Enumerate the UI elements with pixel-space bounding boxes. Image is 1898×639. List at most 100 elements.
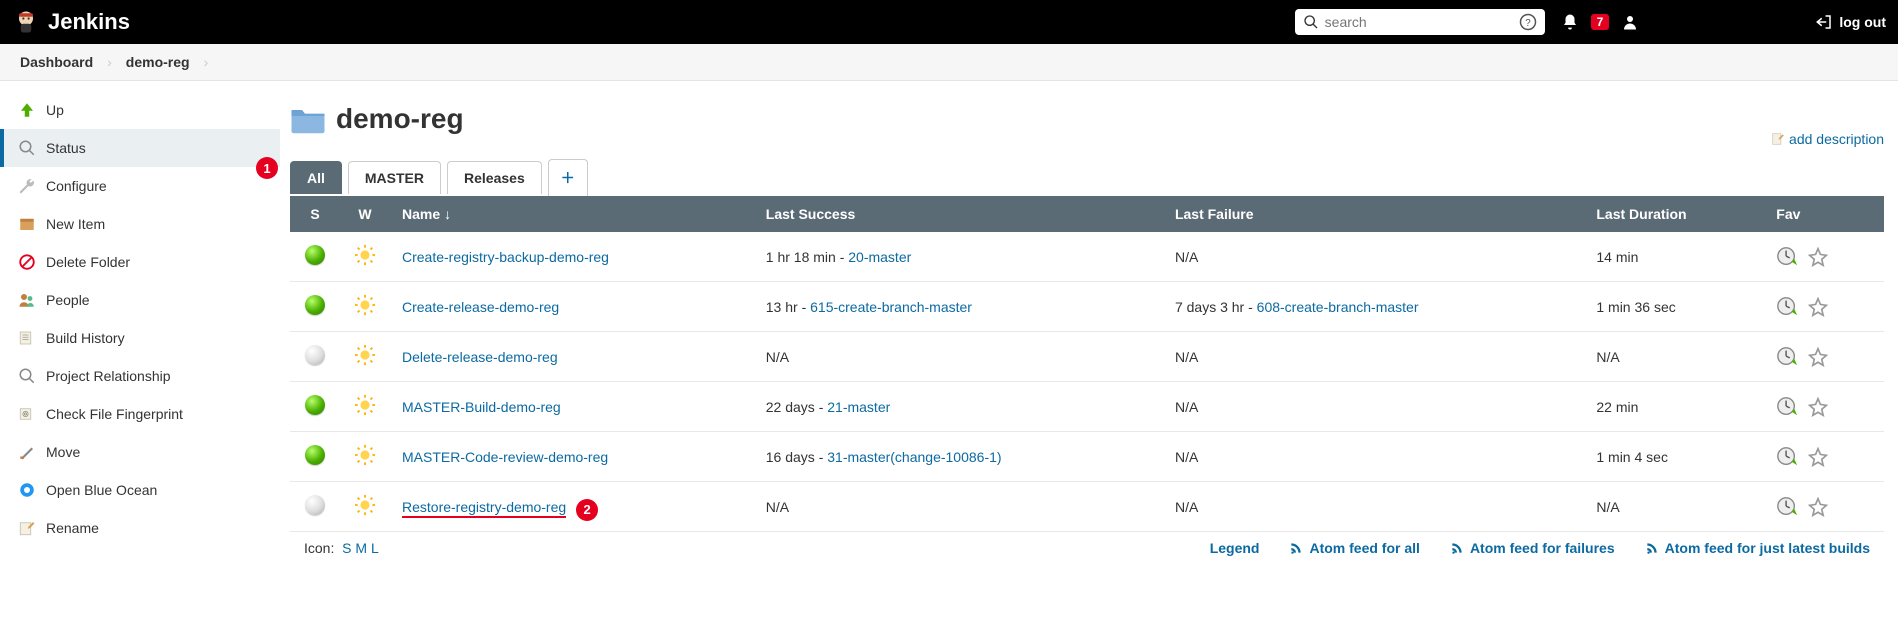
last-failure-cell: N/A: [1163, 332, 1584, 382]
job-name-link[interactable]: Create-registry-backup-demo-reg: [402, 249, 609, 265]
search-box[interactable]: ?: [1295, 9, 1545, 35]
status-ball-icon[interactable]: [305, 295, 325, 315]
annotation-2: 2: [576, 499, 598, 521]
feed-all-link[interactable]: Atom feed for all: [1289, 540, 1419, 556]
up-arrow-icon: [18, 101, 36, 119]
icon-size-m[interactable]: M: [355, 540, 367, 556]
job-name-link[interactable]: MASTER-Build-demo-reg: [402, 399, 561, 415]
col-status[interactable]: S: [290, 196, 340, 232]
last-duration-cell: 1 min 4 sec: [1584, 432, 1764, 482]
logo[interactable]: Jenkins: [12, 8, 130, 36]
col-weather[interactable]: W: [340, 196, 390, 232]
favorite-star-icon[interactable]: [1808, 297, 1828, 317]
sidebar-item-check-fingerprint[interactable]: Check File Fingerprint: [0, 395, 280, 433]
sidebar-item-label: Project Relationship: [46, 368, 171, 384]
icon-size-l[interactable]: L: [371, 540, 379, 556]
col-fav[interactable]: Fav: [1764, 196, 1884, 232]
fingerprint-icon: [18, 405, 36, 423]
last-success-link[interactable]: 20-master: [848, 249, 911, 265]
search-icon: [1303, 14, 1319, 30]
build-now-icon[interactable]: [1776, 496, 1798, 518]
sidebar-item-new-item[interactable]: New Item: [0, 205, 280, 243]
username-redacted: [1645, 11, 1795, 33]
build-now-icon[interactable]: [1776, 396, 1798, 418]
page-header: demo-reg: [280, 95, 1884, 149]
search-help-icon[interactable]: ?: [1519, 13, 1537, 31]
rss-icon: [1450, 541, 1464, 555]
status-ball-icon[interactable]: [305, 395, 325, 415]
magnifier-icon: [18, 139, 36, 157]
icon-size-s[interactable]: S: [342, 540, 351, 556]
breadcrumb-item[interactable]: Dashboard: [20, 54, 93, 70]
col-last-duration[interactable]: Last Duration: [1584, 196, 1764, 232]
bell-icon[interactable]: [1561, 13, 1579, 31]
logout-icon: [1815, 13, 1833, 31]
sidebar-item-configure[interactable]: Configure: [0, 167, 280, 205]
legend-link[interactable]: Legend: [1210, 540, 1260, 556]
job-name-link[interactable]: MASTER-Code-review-demo-reg: [402, 449, 608, 465]
breadcrumb-item[interactable]: demo-reg: [126, 54, 190, 70]
build-now-icon[interactable]: [1776, 446, 1798, 468]
favorite-star-icon[interactable]: [1808, 397, 1828, 417]
last-success-link[interactable]: 31-master(change-10086-1): [827, 449, 1001, 465]
sidebar-item-label: Up: [46, 102, 64, 118]
feed-latest-link[interactable]: Atom feed for just latest builds: [1645, 540, 1870, 556]
status-ball-icon[interactable]: [305, 445, 325, 465]
last-success-cell: 16 days - 31-master(change-10086-1): [754, 432, 1163, 482]
sunny-weather-icon: [354, 344, 376, 366]
sidebar-item-label: Delete Folder: [46, 254, 130, 270]
col-last-failure[interactable]: Last Failure: [1163, 196, 1584, 232]
build-now-icon[interactable]: [1776, 246, 1798, 268]
tab-releases[interactable]: Releases: [447, 161, 542, 194]
user-icon: [1621, 13, 1639, 31]
search-input[interactable]: [1325, 14, 1513, 30]
col-name[interactable]: Name↓: [390, 196, 754, 232]
logout-button[interactable]: log out: [1815, 13, 1886, 31]
tab-master[interactable]: MASTER: [348, 161, 441, 194]
last-success-link[interactable]: 615-create-branch-master: [810, 299, 972, 315]
job-name-link[interactable]: Create-release-demo-reg: [402, 299, 559, 315]
status-ball-icon[interactable]: [305, 345, 325, 365]
jobs-table: S W Name↓ Last Success Last Failure Last…: [290, 196, 1884, 532]
sidebar-item-rename[interactable]: Rename: [0, 509, 280, 547]
tab-add[interactable]: ＋: [548, 159, 588, 196]
job-name-link[interactable]: Restore-registry-demo-reg: [402, 499, 566, 518]
page-title: demo-reg: [336, 103, 464, 135]
sidebar-item-label: Status: [46, 140, 86, 156]
topbar: Jenkins ? 7 log out: [0, 0, 1898, 44]
tabs: 1 All MASTER Releases ＋: [280, 159, 1884, 196]
job-name-link[interactable]: Delete-release-demo-reg: [402, 349, 558, 365]
feed-failures-link[interactable]: Atom feed for failures: [1450, 540, 1615, 556]
user-block[interactable]: [1621, 11, 1795, 33]
sidebar-item-project-relationship[interactable]: Project Relationship: [0, 357, 280, 395]
sidebar-item-label: People: [46, 292, 90, 308]
sidebar-item-people[interactable]: People: [0, 281, 280, 319]
no-entry-icon: [18, 253, 36, 271]
favorite-star-icon[interactable]: [1808, 347, 1828, 367]
status-ball-icon[interactable]: [305, 245, 325, 265]
favorite-star-icon[interactable]: [1808, 447, 1828, 467]
sunny-weather-icon: [354, 444, 376, 466]
notif-count-badge[interactable]: 7: [1591, 14, 1610, 30]
sidebar-item-up[interactable]: Up: [0, 91, 280, 129]
table-row: Create-registry-backup-demo-reg 1 hr 18 …: [290, 232, 1884, 282]
tab-all[interactable]: All: [290, 161, 342, 194]
add-description-link[interactable]: add description: [1771, 131, 1884, 147]
last-failure-link[interactable]: 608-create-branch-master: [1257, 299, 1419, 315]
footer: Icon: S M L Legend Atom feed for all Ato…: [280, 532, 1884, 564]
build-now-icon[interactable]: [1776, 296, 1798, 318]
sidebar-item-delete-folder[interactable]: Delete Folder: [0, 243, 280, 281]
favorite-star-icon[interactable]: [1808, 497, 1828, 517]
last-success-link[interactable]: 21-master: [827, 399, 890, 415]
sidebar-item-blue-ocean[interactable]: Open Blue Ocean: [0, 471, 280, 509]
build-now-icon[interactable]: [1776, 346, 1798, 368]
status-ball-icon[interactable]: [305, 495, 325, 515]
col-last-success[interactable]: Last Success: [754, 196, 1163, 232]
last-duration-cell: 1 min 36 sec: [1584, 282, 1764, 332]
sidebar-item-move[interactable]: Move: [0, 433, 280, 471]
sidebar-item-status[interactable]: Status: [0, 129, 280, 167]
sidebar-item-build-history[interactable]: Build History: [0, 319, 280, 357]
favorite-star-icon[interactable]: [1808, 247, 1828, 267]
breadcrumb-sep: ›: [107, 54, 112, 70]
last-success-cell: N/A: [754, 332, 1163, 382]
